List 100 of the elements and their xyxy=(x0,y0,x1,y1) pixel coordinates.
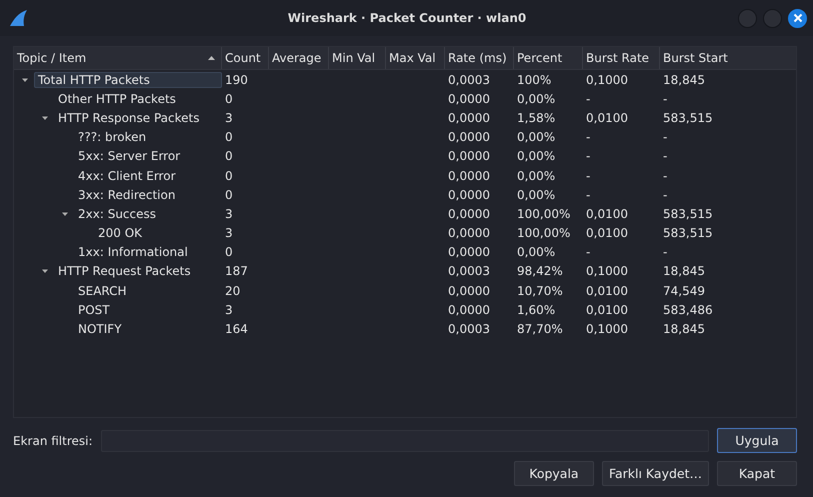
collapse-arrow-icon[interactable] xyxy=(61,210,69,218)
table-cell: 0,0000 xyxy=(448,302,490,317)
tree-item[interactable]: HTTP Response Packets xyxy=(54,110,204,126)
table-cell: 0,0100 xyxy=(586,206,628,221)
table-cell: 10,70% xyxy=(517,284,563,298)
table-cell: 98,42% xyxy=(517,264,563,278)
table-cell: 0 xyxy=(225,168,233,183)
table-cell: 0 xyxy=(225,188,233,202)
table-cell: 583,515 xyxy=(663,110,713,125)
table-cell: 0,00% xyxy=(517,245,556,260)
table-cell: 0,0000 xyxy=(448,284,490,298)
tree-item[interactable]: Other HTTP Packets xyxy=(54,90,180,107)
table-cell: - xyxy=(663,245,668,260)
apply-button[interactable]: Uygula xyxy=(717,428,797,453)
table-cell: 100% xyxy=(517,72,552,87)
column-header[interactable]: Min Val xyxy=(329,47,386,69)
table-cell: 0,0003 xyxy=(448,322,490,336)
column-header[interactable]: Percent xyxy=(514,47,583,69)
tree-item[interactable]: 1xx: Informational xyxy=(74,244,192,260)
table-cell: 18,845 xyxy=(663,72,705,87)
table-cell: - xyxy=(586,130,590,144)
table-cell: 0,00% xyxy=(517,188,556,202)
dialog-button[interactable]: Kapat xyxy=(717,461,797,486)
table-cell: 0,0000 xyxy=(448,110,490,125)
tree-item[interactable]: ???: broken xyxy=(74,129,150,146)
table-cell: 0,00% xyxy=(517,149,556,164)
shark-fin-icon xyxy=(8,9,28,27)
tree-item[interactable]: 200 OK xyxy=(94,225,146,242)
table-cell: 0,0003 xyxy=(448,264,490,278)
table-cell: 74,549 xyxy=(663,284,705,298)
table-cell: - xyxy=(586,92,590,106)
collapse-arrow-icon[interactable] xyxy=(41,267,49,276)
table-cell: 0,00% xyxy=(517,130,556,144)
table-cell: - xyxy=(586,188,590,202)
tree-item[interactable]: 5xx: Server Error xyxy=(74,148,184,164)
sort-ascending-icon xyxy=(208,56,215,60)
window-title: Wireshark · Packet Counter · wlan0 xyxy=(286,11,528,25)
tree-item[interactable]: Total HTTP Packets xyxy=(34,72,222,88)
table-cell: 0,1000 xyxy=(586,264,628,278)
tree-item[interactable]: 3xx: Redirection xyxy=(74,186,180,203)
table-cell: 0 xyxy=(225,245,233,260)
close-button[interactable] xyxy=(788,8,807,28)
table-cell: 100,00% xyxy=(517,226,570,240)
table-cell: 0,0000 xyxy=(448,226,490,240)
table-cell: 20 xyxy=(225,284,240,298)
column-header[interactable]: Topic / Item xyxy=(14,47,222,69)
table-cell: 187 xyxy=(225,264,248,278)
filter-label: Ekran filtresi: xyxy=(13,434,93,448)
close-icon xyxy=(792,13,802,23)
table-cell: - xyxy=(663,149,668,164)
table-cell: 583,515 xyxy=(663,226,713,240)
table-cell: 164 xyxy=(225,322,248,336)
tree-item[interactable]: HTTP Request Packets xyxy=(54,263,195,280)
table-cell: 0 xyxy=(225,92,233,106)
table-cell: 100,00% xyxy=(517,206,570,221)
table-cell: 0,0000 xyxy=(448,206,490,221)
tree-item[interactable]: 4xx: Client Error xyxy=(74,168,180,184)
tree-item[interactable]: NOTIFY xyxy=(74,321,126,338)
column-header[interactable]: Average xyxy=(269,47,329,69)
column-header[interactable]: Burst Start xyxy=(660,47,780,69)
table-cell: - xyxy=(663,188,668,202)
table-cell: - xyxy=(586,149,590,164)
table-cell: - xyxy=(663,92,668,106)
table-cell: - xyxy=(586,168,590,183)
table-cell: 3 xyxy=(225,226,233,240)
table-cell: 0,00% xyxy=(517,168,556,183)
table-cell: 0,00% xyxy=(517,92,556,106)
dialog-button[interactable]: Farklı Kaydet… xyxy=(602,461,709,486)
collapse-arrow-icon[interactable] xyxy=(21,76,29,84)
dialog-button[interactable]: Kopyala xyxy=(514,461,594,486)
tree-item[interactable]: 2xx: Success xyxy=(74,206,160,222)
table-cell: 0,0000 xyxy=(448,168,490,183)
table-cell: 0,1000 xyxy=(586,322,628,336)
table-cell: - xyxy=(663,130,668,144)
table-cell: 1,60% xyxy=(517,302,556,317)
table-cell: 0,0100 xyxy=(586,284,628,298)
table-cell: 583,486 xyxy=(663,302,713,317)
column-header[interactable]: Rate (ms) xyxy=(445,47,514,69)
table-cell: 0,0100 xyxy=(586,302,628,317)
table-cell: 583,515 xyxy=(663,206,713,221)
table-cell: 0,0000 xyxy=(448,130,490,144)
table-cell: 0 xyxy=(225,130,233,144)
table-cell: - xyxy=(663,168,668,183)
table-cell: 87,70% xyxy=(517,322,563,336)
column-header[interactable]: Count xyxy=(222,47,269,69)
table-cell: 0,0000 xyxy=(448,92,490,106)
tree-item[interactable]: SEARCH xyxy=(74,282,131,299)
tree-item[interactable]: POST xyxy=(74,302,114,318)
table-cell: 0 xyxy=(225,149,233,164)
table-cell: 0,0100 xyxy=(586,226,628,240)
column-header[interactable]: Burst Rate xyxy=(583,47,660,69)
table-cell: 0,0000 xyxy=(448,245,490,260)
table-cell: 190 xyxy=(225,72,248,87)
table-cell: 3 xyxy=(225,110,233,125)
table-cell: 0,0000 xyxy=(448,149,490,164)
table-cell: 0,1000 xyxy=(586,72,628,87)
column-header[interactable]: Max Val xyxy=(386,47,445,69)
table-cell: 0,0000 xyxy=(448,188,490,202)
table-cell: - xyxy=(586,245,590,260)
collapse-arrow-icon[interactable] xyxy=(41,114,49,122)
